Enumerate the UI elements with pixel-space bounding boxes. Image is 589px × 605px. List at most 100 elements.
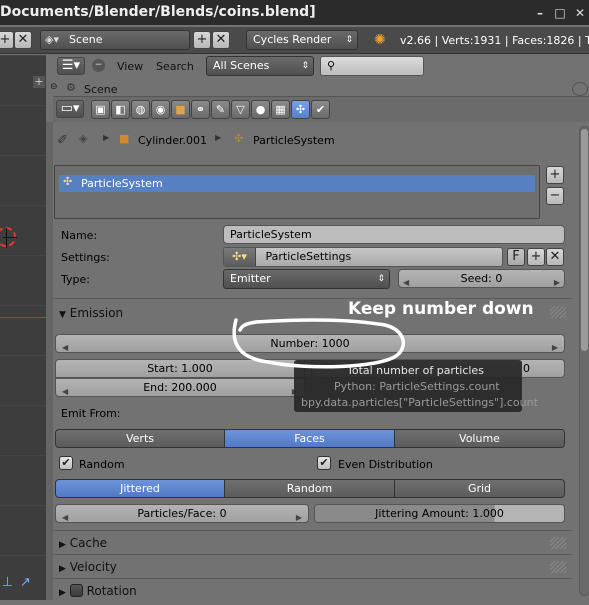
translate-icon[interactable]: ↗ bbox=[20, 575, 36, 593]
add-particle-system-button[interactable]: + bbox=[546, 166, 564, 184]
delete-scene-icon[interactable]: ✕ bbox=[212, 31, 230, 49]
delete-screen-icon[interactable]: ✕ bbox=[14, 31, 32, 49]
render-layers-tab-icon[interactable]: ◧ bbox=[111, 100, 130, 119]
window-title: Documents/Blender/Blends/coins.blend] bbox=[0, 4, 316, 20]
menu-search[interactable]: Search bbox=[156, 60, 194, 73]
collapsed-arrow-icon: ▶ bbox=[59, 540, 66, 550]
velocity-panel-header[interactable]: ▶ Velocity bbox=[59, 555, 117, 579]
properties-header: ▭▾ ▣ ◧ ◍ ◉ ■ ⚭ ✎ ▽ ● ▦ ✣ ✔ bbox=[53, 96, 589, 122]
scene-tree-icon: ⚙ bbox=[66, 81, 76, 94]
even-distribution-checkbox[interactable]: ✔ bbox=[317, 456, 331, 470]
object-tab-icon[interactable]: ■ bbox=[171, 100, 190, 119]
distribution-grid[interactable]: Grid bbox=[394, 479, 565, 498]
outliner-scroll-icon[interactable] bbox=[572, 82, 588, 96]
particle-system-list[interactable]: ✣ ParticleSystem bbox=[54, 165, 540, 219]
manipulator-icon[interactable]: ⊥ bbox=[2, 575, 18, 593]
properties-scrollbar[interactable] bbox=[579, 126, 589, 596]
annotation-circle bbox=[232, 318, 406, 369]
particles-icon: ✣ bbox=[63, 175, 73, 188]
unlink-settings-icon[interactable]: ✕ bbox=[546, 248, 564, 266]
world-tab-icon[interactable]: ◉ bbox=[151, 100, 170, 119]
panel-drag-handle[interactable] bbox=[550, 537, 566, 549]
updown-icon: ⇕ bbox=[377, 274, 385, 284]
render-engine-select[interactable]: Cycles Render ⇕ bbox=[246, 30, 358, 50]
scene-selector[interactable]: ◈▾ Scene bbox=[40, 30, 190, 50]
3d-viewport[interactable]: + ⊥ ↗ bbox=[0, 55, 46, 600]
settings-datablock[interactable]: ✣▾ ParticleSettings bbox=[223, 247, 503, 267]
random-label: Random bbox=[79, 458, 125, 471]
panel-drag-handle[interactable] bbox=[550, 561, 566, 573]
name-field[interactable]: ParticleSystem bbox=[223, 225, 565, 244]
object-data-tab-icon[interactable]: ▽ bbox=[231, 100, 250, 119]
decrement-arrow-icon[interactable]: ◀ bbox=[62, 339, 68, 352]
emit-from-verts[interactable]: Verts bbox=[55, 429, 225, 448]
name-label: Name: bbox=[61, 229, 98, 242]
modifiers-tab-icon[interactable]: ✎ bbox=[211, 100, 230, 119]
seed-field[interactable]: ◀ Seed: 0 ▶ bbox=[398, 269, 565, 288]
new-settings-icon[interactable]: + bbox=[527, 248, 545, 266]
increment-arrow-icon[interactable]: ▶ bbox=[552, 339, 558, 352]
breadcrumb-particles[interactable]: ParticleSystem bbox=[253, 134, 335, 147]
settings-label: Settings: bbox=[61, 251, 110, 264]
rotation-panel-header[interactable]: ▶ Rotation bbox=[59, 579, 137, 603]
particles-crumb-icon: ✣ bbox=[234, 132, 244, 145]
outliner-search-input[interactable]: ⚲ bbox=[320, 56, 424, 76]
emit-from-faces[interactable]: Faces bbox=[224, 429, 395, 448]
scene-crumb-icon: ◈ bbox=[79, 132, 88, 145]
close-button[interactable]: ✕ bbox=[573, 6, 587, 20]
cache-panel-header[interactable]: ▶ Cache bbox=[59, 531, 107, 555]
render-tab-icon[interactable]: ▣ bbox=[91, 100, 110, 119]
scene-tab-icon[interactable]: ◍ bbox=[131, 100, 150, 119]
physics-tab-icon[interactable]: ✔ bbox=[311, 100, 330, 119]
even-distribution-label: Even Distribution bbox=[338, 458, 433, 471]
particles-tab-icon[interactable]: ✣ bbox=[291, 100, 310, 119]
distribution-random[interactable]: Random bbox=[224, 479, 395, 498]
increment-arrow-icon[interactable]: ▶ bbox=[554, 274, 560, 287]
emit-from-volume[interactable]: Volume bbox=[394, 429, 565, 448]
search-icon: ⚲ bbox=[327, 59, 336, 72]
decrement-arrow-icon[interactable]: ◀ bbox=[62, 509, 68, 522]
expanded-arrow-icon: ▼ bbox=[59, 310, 66, 320]
increment-arrow-icon[interactable]: ▶ bbox=[296, 509, 302, 522]
panel-divider bbox=[53, 554, 572, 555]
outliner-editor: ☰▾ − View Search All Scenes ⇕ ⚲ ⊖ ⚙ Scen… bbox=[46, 55, 589, 96]
panel-drag-handle[interactable] bbox=[550, 306, 566, 318]
constraints-tab-icon[interactable]: ⚭ bbox=[191, 100, 210, 119]
editor-type-icon[interactable]: ☰▾ bbox=[57, 57, 85, 75]
texture-tab-icon[interactable]: ▦ bbox=[271, 100, 290, 119]
collapse-menu-icon[interactable]: − bbox=[92, 59, 105, 72]
annotation-text: Keep number down bbox=[348, 299, 534, 319]
display-filter-select[interactable]: All Scenes ⇕ bbox=[206, 56, 314, 76]
breadcrumb-object[interactable]: Cylinder.001 bbox=[138, 134, 207, 147]
particles-per-face-field[interactable]: ◀ Particles/Face: 0 ▶ bbox=[55, 504, 309, 523]
list-item[interactable]: ✣ ParticleSystem bbox=[59, 175, 535, 192]
add-screen-icon[interactable]: + bbox=[0, 31, 14, 49]
fake-user-button[interactable]: F bbox=[507, 248, 525, 266]
window-titlebar: Documents/Blender/Blends/coins.blend] – … bbox=[0, 0, 589, 25]
end-field[interactable]: ◀ End: 200.000 ▶ bbox=[55, 378, 305, 397]
remove-particle-system-button[interactable]: − bbox=[546, 187, 564, 205]
tooltip-python: Python: ParticleSettings.count bbox=[334, 380, 500, 393]
add-scene-icon[interactable]: + bbox=[193, 31, 211, 49]
editor-type-icon[interactable]: ▭▾ bbox=[56, 100, 84, 118]
expand-arrow-icon[interactable]: ⊖ bbox=[50, 82, 58, 92]
type-select[interactable]: Emitter ⇕ bbox=[223, 269, 390, 289]
decrement-arrow-icon[interactable]: ◀ bbox=[403, 274, 409, 287]
distribution-jittered[interactable]: Jittered bbox=[55, 479, 225, 498]
minimize-button[interactable]: – bbox=[533, 6, 547, 20]
cursor-crosshair-v bbox=[6, 228, 7, 248]
material-tab-icon[interactable]: ● bbox=[251, 100, 270, 119]
particles-settings-icon[interactable]: ✣▾ bbox=[224, 248, 256, 266]
menu-view[interactable]: View bbox=[117, 60, 143, 73]
decrement-arrow-icon[interactable]: ◀ bbox=[62, 383, 68, 396]
region-expand-icon[interactable]: + bbox=[33, 76, 45, 88]
scrollbar-thumb[interactable] bbox=[581, 129, 588, 351]
rotation-checkbox[interactable] bbox=[69, 584, 83, 597]
scene-tree-item[interactable]: Scene bbox=[84, 83, 118, 96]
tooltip-path: bpy.data.particles["ParticleSettings"].c… bbox=[301, 396, 538, 409]
jittering-amount-slider[interactable]: Jittering Amount: 1.000 bbox=[314, 504, 565, 523]
maximize-button[interactable]: □ bbox=[553, 6, 567, 20]
emission-panel-header[interactable]: ▼ Emission bbox=[59, 301, 123, 325]
random-checkbox[interactable]: ✔ bbox=[59, 456, 73, 470]
pin-icon[interactable]: ✐ bbox=[57, 133, 68, 148]
